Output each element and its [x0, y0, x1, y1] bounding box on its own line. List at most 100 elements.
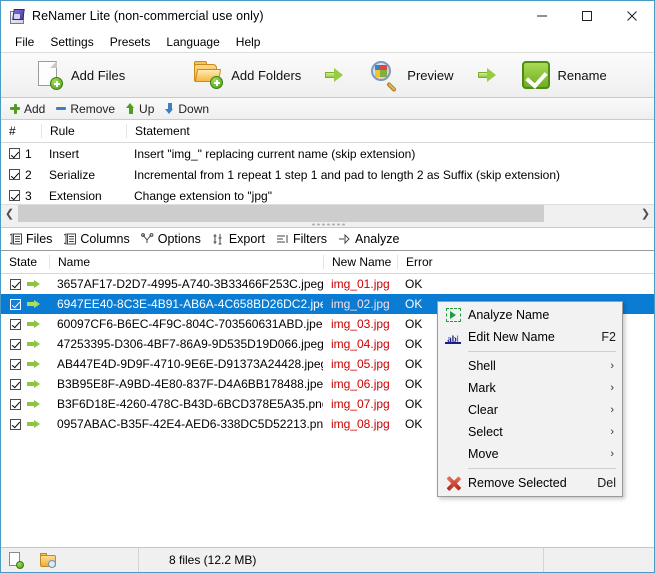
scroll-left-icon[interactable]: ❮: [1, 205, 18, 222]
rule-down-button[interactable]: Down: [162, 101, 215, 117]
rule-row[interactable]: 1 Insert Insert "img_" replacing current…: [1, 143, 654, 164]
file-checkbox[interactable]: [10, 318, 21, 330]
file-name: AB447E4D-9D9F-4710-9E6E-D91373A24428.jpe…: [57, 357, 323, 371]
file-checkbox[interactable]: [10, 278, 21, 290]
menu-icon-placeholder: [438, 355, 468, 377]
tab-analyze[interactable]: Analyze: [334, 230, 406, 248]
column-header-error[interactable]: Error: [397, 255, 443, 269]
add-folders-button[interactable]: Add Folders: [187, 55, 307, 95]
file-count-status: 8 files (12.2 MB): [139, 548, 544, 572]
table-row[interactable]: 3657AF17-D2D7-4995-A740-3B33466F253C.jpe…: [1, 274, 654, 294]
rule-add-button[interactable]: Add: [7, 101, 51, 117]
rule-checkbox[interactable]: [9, 169, 20, 180]
edit-new-name-icon: ab|: [438, 326, 468, 348]
file-checkbox[interactable]: [10, 338, 21, 350]
column-header-new-name[interactable]: New Name: [323, 255, 397, 269]
maximize-icon[interactable]: [564, 1, 609, 31]
tab-columns[interactable]: Columns: [59, 230, 136, 248]
rules-header-rule[interactable]: Rule: [41, 124, 126, 138]
toolbar-arrow-1: [307, 67, 363, 83]
menu-file[interactable]: File: [7, 33, 42, 51]
add-files-button[interactable]: Add Files: [29, 55, 131, 95]
menu-presets[interactable]: Presets: [102, 33, 159, 51]
file-error: OK: [405, 277, 423, 291]
file-name: B3B95E8F-A9BD-4E80-837F-D4A6BB178488.jpe…: [57, 377, 323, 391]
rule-row[interactable]: 2 Serialize Incremental from 1 repeat 1 …: [1, 164, 654, 185]
rule-statement: Incremental from 1 repeat 1 step 1 and p…: [134, 167, 561, 182]
tab-export[interactable]: Export: [208, 230, 272, 248]
file-checkbox[interactable]: [10, 398, 21, 410]
menu-item-clear[interactable]: Clear ›: [438, 399, 622, 421]
menu-item-move[interactable]: Move ›: [438, 443, 622, 465]
file-new-name: img_02.jpg: [331, 297, 390, 311]
rename-check-icon: [521, 61, 550, 89]
minimize-icon[interactable]: [519, 1, 564, 31]
tab-files[interactable]: Files: [5, 230, 59, 248]
menu-language[interactable]: Language: [158, 33, 227, 51]
menu-item-shell[interactable]: Shell ›: [438, 355, 622, 377]
menu-item-label: Remove Selected: [468, 476, 567, 490]
tab-options-label: Options: [157, 232, 201, 246]
column-header-name[interactable]: Name: [49, 255, 323, 269]
tab-analyze-label: Analyze: [355, 232, 400, 246]
window-controls: [519, 1, 654, 31]
menu-item-remove-selected[interactable]: Remove Selected Del: [438, 472, 622, 494]
menu-icon-placeholder: [438, 377, 468, 399]
column-header-state[interactable]: State: [1, 255, 49, 269]
arrow-right-icon: [477, 67, 498, 83]
scrollbar-track[interactable]: [18, 205, 637, 222]
rules-grid: # Rule Statement 1 Insert Insert "img_" …: [1, 120, 654, 204]
arrow-right-icon: [27, 279, 41, 289]
rule-up-button[interactable]: Up: [123, 101, 160, 117]
rules-horizontal-scrollbar[interactable]: ❮ ❯: [1, 204, 654, 222]
export-icon: [212, 233, 225, 245]
rule-checkbox[interactable]: [9, 148, 20, 159]
menu-icon-placeholder: [438, 421, 468, 443]
menu-item-select[interactable]: Select ›: [438, 421, 622, 443]
file-checkbox[interactable]: [10, 358, 21, 370]
chevron-right-icon: ›: [610, 404, 614, 416]
file-name: 3657AF17-D2D7-4995-A740-3B33466F253C.jpe…: [57, 277, 323, 291]
file-state-cell: [1, 338, 49, 350]
tab-options[interactable]: Options: [137, 230, 208, 248]
rule-checkbox[interactable]: [9, 190, 20, 201]
rule-down-label: Down: [178, 101, 210, 116]
file-checkbox[interactable]: [10, 298, 21, 310]
menu-item-mark[interactable]: Mark ›: [438, 377, 622, 399]
rules-header-row: # Rule Statement: [1, 120, 654, 143]
arrow-right-icon: [27, 419, 41, 429]
renamer-window: ReNamer Lite (non-commercial use only) F…: [0, 0, 655, 573]
chevron-right-icon: ›: [610, 426, 614, 438]
file-checkbox[interactable]: [10, 378, 21, 390]
rule-remove-label: Remove: [70, 101, 116, 116]
file-name: 60097CF6-B6EC-4F9C-804C-703560631ABD.jpe…: [57, 317, 323, 331]
menu-help[interactable]: Help: [228, 33, 269, 51]
splitter-grip-icon: [310, 223, 345, 226]
menu-settings[interactable]: Settings: [42, 33, 101, 51]
tab-files-label: Files: [26, 232, 53, 246]
scroll-right-icon[interactable]: ❯: [637, 205, 654, 222]
add-file-status-icon[interactable]: [9, 551, 24, 569]
rename-button[interactable]: Rename: [516, 55, 613, 95]
menu-item-edit-new-name[interactable]: ab| Edit New Name F2: [438, 326, 622, 348]
tab-filters-label: Filters: [292, 232, 327, 246]
close-icon[interactable]: [609, 1, 654, 31]
browse-folder-status-icon[interactable]: [40, 552, 57, 568]
file-list-header: State Name New Name Error: [1, 251, 654, 274]
arrow-right-icon: [27, 319, 41, 329]
menu-item-analyze-name[interactable]: Analyze Name: [438, 304, 622, 326]
rules-toolbar: Add Remove Up Down: [1, 98, 654, 120]
rule-remove-button[interactable]: Remove: [53, 101, 121, 117]
file-checkbox[interactable]: [10, 418, 21, 430]
arrow-right-icon: [27, 339, 41, 349]
rules-header-number[interactable]: #: [1, 124, 41, 138]
rule-statement: Change extension to "jpg": [134, 188, 272, 203]
rule-number-cell: 3: [1, 189, 41, 203]
file-new-name: img_06.jpg: [331, 377, 390, 391]
scrollbar-thumb[interactable]: [18, 205, 545, 222]
tab-filters[interactable]: Filters: [272, 230, 334, 248]
title-bar: ReNamer Lite (non-commercial use only): [1, 1, 654, 31]
rule-row[interactable]: 3 Extension Change extension to "jpg": [1, 185, 654, 206]
rules-header-statement[interactable]: Statement: [126, 124, 654, 138]
preview-button[interactable]: Preview: [363, 55, 459, 95]
